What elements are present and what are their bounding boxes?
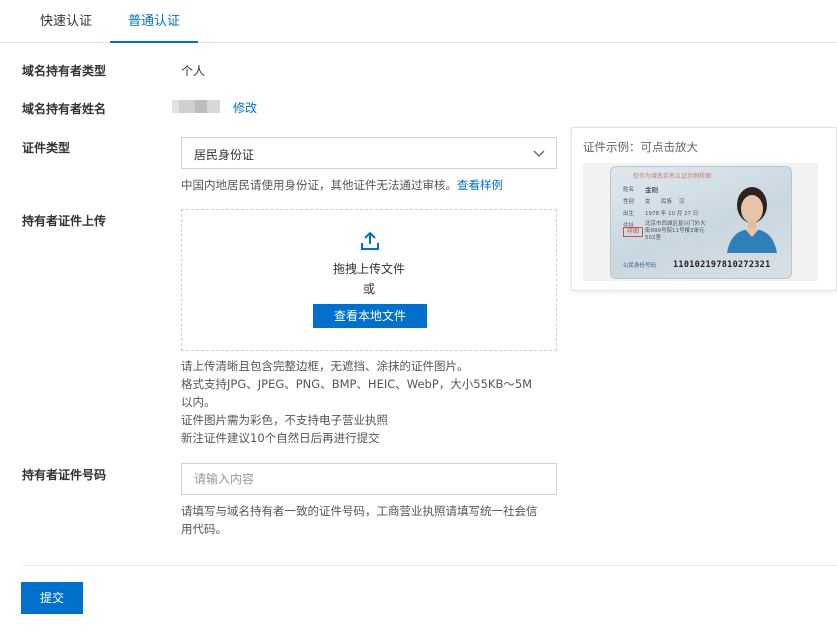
id-type-hint-text: 中国内地居民请使用身份证，其他证件无法通过审核。 <box>181 178 457 192</box>
holder-name-label: 域名持有者姓名 <box>22 102 107 116</box>
holder-type-value: 个人 <box>181 64 206 78</box>
id-number-hint-line: 用代码。 <box>181 522 227 536</box>
upload-hint-line: 请上传清晰且包含完整边框，无遮挡、涂抹的证件图片。 <box>181 359 469 373</box>
id-number-hint-line: 请填写与域名持有者一致的证件号码，工商营业执照请填写统一社会信 <box>181 504 538 518</box>
upload-hint-line: 新注证件建议10个自然日后再进行提交 <box>181 431 380 445</box>
card-id-number: 110102197810272321 <box>673 260 771 270</box>
id-number-input[interactable] <box>181 463 557 495</box>
card-address-line: 502室 <box>645 235 661 241</box>
tab-quick-verification[interactable]: 快速认证 <box>22 0 110 43</box>
card-ethnicity: 汉 <box>679 199 685 205</box>
chevron-down-icon <box>533 150 545 157</box>
browse-local-files-button[interactable]: 查看本地文件 <box>313 304 427 328</box>
card-sample-stamp: 样图 <box>623 227 643 237</box>
holder-name-masked <box>172 100 220 113</box>
upload-hint-line: 格式支持JPG、JPEG、PNG、BMP、HEIC、WebP，大小55KB～5M <box>181 377 533 391</box>
card-sex-label: 性别 <box>623 199 635 205</box>
upload-hint-line: 以内。 <box>181 395 216 409</box>
id-type-select[interactable]: 居民身份证 <box>181 137 557 169</box>
upload-icon <box>361 231 379 250</box>
id-card-sample: 仅作为域名实名认证示例样图 姓名 金刚 性别 女 民族 汉 出生 1978 年 … <box>610 166 792 279</box>
upload-hint-line: 证件图片需为彩色，不支持电子营业执照 <box>181 413 388 427</box>
card-sex: 女 <box>645 199 651 205</box>
upload-dropzone[interactable]: 拖拽上传文件 或 查看本地文件 <box>181 209 557 351</box>
upload-hints: 请上传清晰且包含完整边框，无遮挡、涂抹的证件图片。 格式支持JPG、JPEG、P… <box>181 357 532 447</box>
card-birth-label: 出生 <box>623 211 635 217</box>
or-text: 或 <box>362 282 375 296</box>
drag-upload-text: 拖拽上传文件 <box>332 262 405 276</box>
holder-type-label: 域名持有者类型 <box>22 64 107 78</box>
tab-normal-verification[interactable]: 普通认证 <box>110 0 198 43</box>
submit-button[interactable]: 提交 <box>21 582 83 614</box>
upload-label: 持有者证件上传 <box>22 214 107 228</box>
id-type-selected-value: 居民身份证 <box>194 148 255 162</box>
edit-name-link[interactable]: 修改 <box>233 99 257 116</box>
view-sample-link[interactable]: 查看样例 <box>457 178 503 192</box>
card-address-line: 北京市西城区复兴门外大 <box>645 221 706 227</box>
id-example-panel: 证件示例：可点击放大 仅作为域名实名认证示例样图 姓名 金刚 性别 女 民族 汉… <box>571 127 837 291</box>
card-watermark-header: 仅作为域名实名认证示例样图 <box>633 173 712 180</box>
card-name-label: 姓名 <box>623 187 635 193</box>
id-number-label: 持有者证件号码 <box>22 468 107 482</box>
card-id-number-label: 公民身份号码 <box>623 263 657 269</box>
id-type-label: 证件类型 <box>22 141 71 155</box>
card-ethnicity-label: 民族 <box>661 199 673 205</box>
example-title: 证件示例：可点击放大 <box>583 140 698 154</box>
id-type-hint: 中国内地居民请使用身份证，其他证件无法通过审核。查看样例 <box>181 176 503 194</box>
portrait-photo <box>727 187 777 253</box>
card-birth: 1978 年 10 月 27 日 <box>645 211 699 217</box>
card-name: 金刚 <box>645 186 658 194</box>
footer-divider <box>22 565 837 566</box>
id-number-hint: 请填写与域名持有者一致的证件号码，工商营业执照请填写统一社会信 用代码。 <box>181 502 538 538</box>
card-address-line: 街999号院11号楼3单元 <box>645 228 705 234</box>
tab-bar: 快速认证 普通认证 <box>0 0 837 43</box>
example-id-card-image[interactable]: 仅作为域名实名认证示例样图 姓名 金刚 性别 女 民族 汉 出生 1978 年 … <box>583 163 818 281</box>
card-address: 北京市西城区复兴门外大 街999号院11号楼3单元 502室 <box>645 221 706 242</box>
